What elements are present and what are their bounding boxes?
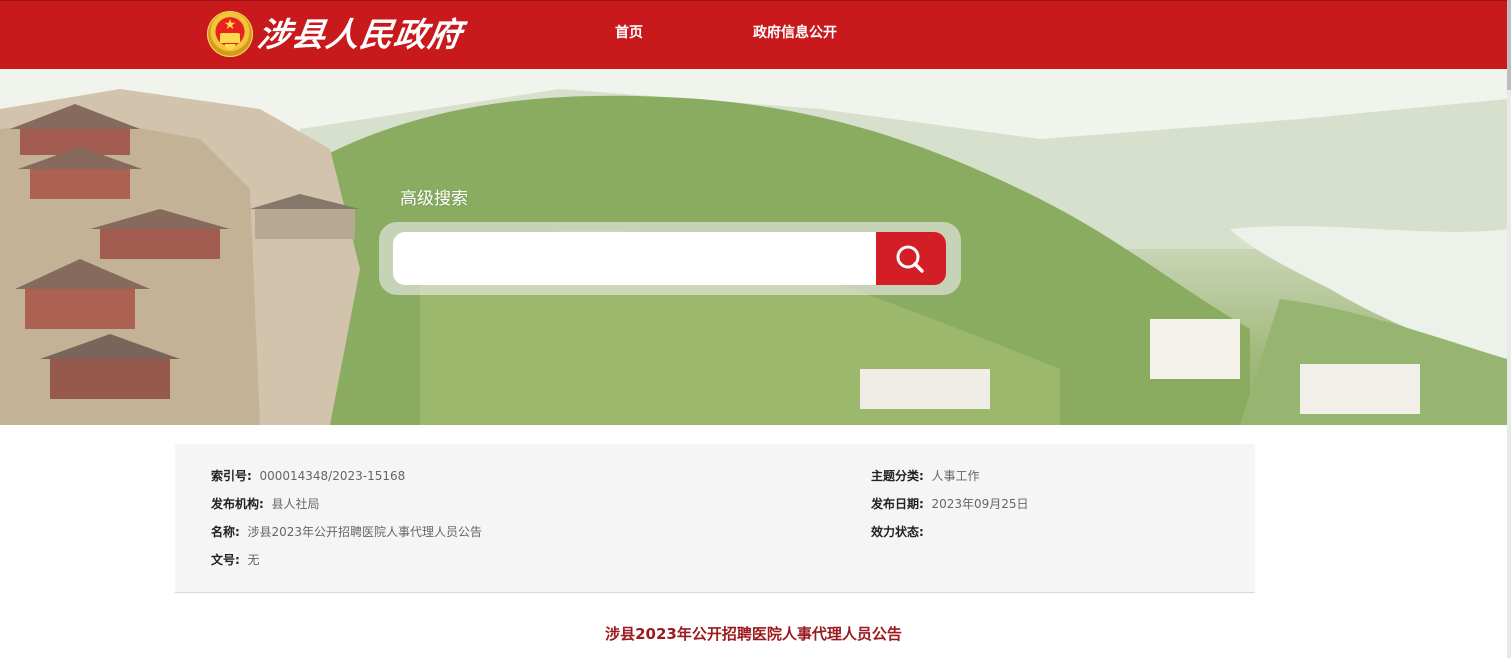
national-emblem-icon: ★ <box>207 11 253 57</box>
meta-value: 2023年09月25日 <box>931 497 1029 511</box>
meta-doc-number: 文号: 无 <box>211 551 259 569</box>
document-title: 涉县2023年公开招聘医院人事代理人员公告 <box>605 625 902 643</box>
meta-value: 000014348/2023-15168 <box>259 469 406 483</box>
meta-label: 发布日期: <box>871 497 924 511</box>
meta-topic: 主题分类: 人事工作 <box>871 467 979 485</box>
meta-label: 发布机构: <box>211 497 264 511</box>
advanced-search-label: 高级搜索 <box>400 189 468 209</box>
page-scrollbar[interactable] <box>1507 0 1511 658</box>
search-icon <box>896 245 924 273</box>
search-button[interactable] <box>876 232 946 285</box>
search-input[interactable] <box>393 232 877 285</box>
top-header-bar: ★ 涉县人民政府 首页 政府信息公开 <box>0 0 1507 69</box>
meta-index-number: 索引号: 000014348/2023-15168 <box>211 467 405 485</box>
meta-name: 名称: 涉县2023年公开招聘医院人事代理人员公告 <box>211 523 482 541</box>
meta-label: 主题分类: <box>871 469 924 483</box>
meta-value: 县人社局 <box>271 497 320 511</box>
document-meta-panel: 索引号: 000014348/2023-15168 发布机构: 县人社局 名称:… <box>175 444 1255 593</box>
nav-gov-info-disclosure-link[interactable]: 政府信息公开 <box>753 23 837 43</box>
meta-label: 名称: <box>211 525 240 539</box>
meta-label: 文号: <box>211 553 240 567</box>
nav-home-link[interactable]: 首页 <box>615 23 643 43</box>
meta-label: 效力状态: <box>871 525 924 539</box>
site-logo-title[interactable]: 涉县人民政府 <box>255 13 465 57</box>
meta-publish-date: 发布日期: 2023年09月25日 <box>871 495 1029 513</box>
meta-publisher: 发布机构: 县人社局 <box>211 495 319 513</box>
meta-validity-status: 效力状态: <box>871 523 931 541</box>
search-box <box>379 222 961 295</box>
meta-label: 索引号: <box>211 469 252 483</box>
meta-value: 人事工作 <box>931 469 980 483</box>
meta-value: 无 <box>247 553 260 567</box>
meta-value: 涉县2023年公开招聘医院人事代理人员公告 <box>247 525 482 539</box>
hero-banner: 高级搜索 <box>0 69 1507 425</box>
